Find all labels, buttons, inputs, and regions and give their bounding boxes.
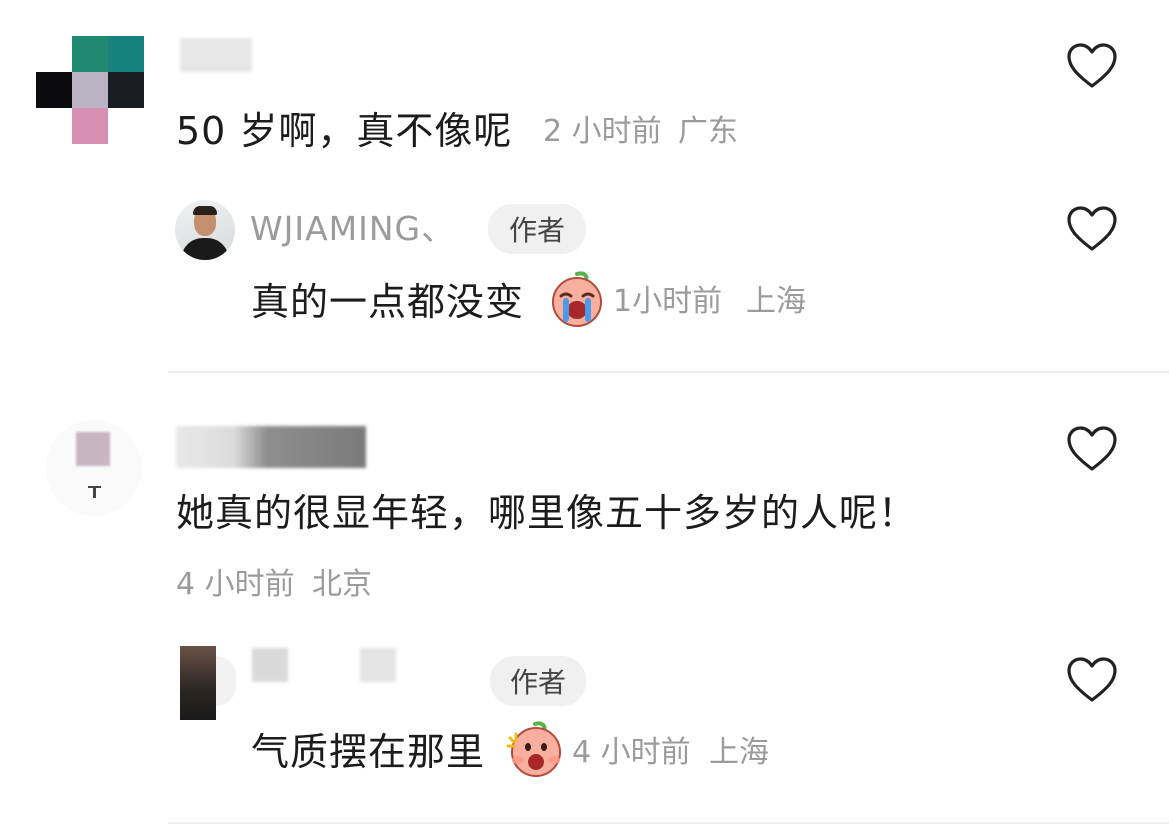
author-avatar[interactable]	[175, 200, 235, 260]
heart-outline-icon[interactable]	[1066, 656, 1118, 704]
reply-location: 上海	[709, 735, 769, 770]
comment-location: 北京	[312, 567, 372, 602]
divider	[168, 371, 1169, 373]
commenter-avatar[interactable]	[36, 36, 146, 146]
author-badge: 作者	[490, 656, 586, 706]
author-username[interactable]: WJIAMING、	[250, 212, 455, 245]
reply-time: 1小时前	[613, 284, 723, 319]
author-badge: 作者	[488, 204, 586, 254]
reply-location: 上海	[746, 284, 806, 319]
author-username-blurred[interactable]	[360, 648, 396, 682]
reply-text: 真的一点都没变	[251, 280, 525, 324]
reply-text: 气质摆在那里	[251, 730, 486, 774]
shocked-face-emoji	[506, 721, 561, 777]
crying-face-emoji	[552, 271, 602, 327]
comment-time: 2 小时前	[543, 114, 662, 149]
comment-text: 她真的很显年轻，哪里像五十多岁的人呢！	[176, 491, 918, 535]
comment-location: 广东	[678, 114, 738, 149]
comment-time: 4 小时前	[176, 567, 295, 602]
reply-time: 4 小时前	[572, 735, 691, 770]
author-avatar[interactable]	[178, 646, 238, 720]
commenter-avatar[interactable]	[46, 420, 142, 516]
heart-outline-icon[interactable]	[1066, 42, 1118, 90]
commenter-username-blurred[interactable]	[180, 38, 252, 72]
commenter-username-blurred[interactable]	[176, 426, 366, 468]
heart-outline-icon[interactable]	[1066, 425, 1118, 473]
author-username-blurred[interactable]	[252, 648, 288, 682]
divider	[168, 822, 1169, 824]
comment-text: 50 岁啊，真不像呢	[176, 109, 513, 153]
heart-outline-icon[interactable]	[1066, 205, 1118, 253]
